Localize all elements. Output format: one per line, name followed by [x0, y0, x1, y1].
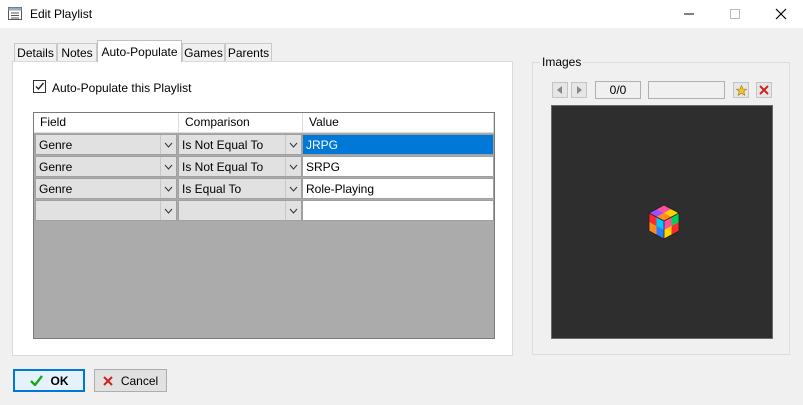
- chevron-down-icon[interactable]: [285, 135, 301, 154]
- image-name-field: [648, 81, 725, 99]
- minimize-button[interactable]: [666, 0, 712, 28]
- placeholder-cube-icon: [648, 204, 680, 240]
- chevron-down-icon[interactable]: [160, 201, 176, 220]
- checkmark-icon: [35, 82, 45, 91]
- remove-image-button[interactable]: [756, 82, 772, 98]
- value-text: Role-Playing: [306, 182, 375, 196]
- window-title: Edit Playlist: [30, 7, 93, 21]
- chevron-down-icon[interactable]: [160, 157, 176, 176]
- tab-details[interactable]: Details: [14, 43, 57, 61]
- value-cell[interactable]: [302, 200, 494, 221]
- field-value: Genre: [39, 138, 73, 152]
- column-header-value[interactable]: Value: [303, 113, 494, 133]
- checkmark-icon: [29, 375, 43, 386]
- cancel-label: Cancel: [120, 373, 159, 388]
- comparison-value: Is Not Equal To: [182, 138, 264, 152]
- tab-games[interactable]: Games: [182, 43, 225, 61]
- auto-populate-label[interactable]: Auto-Populate this Playlist: [52, 81, 191, 95]
- comparison-value: Is Not Equal To: [182, 160, 264, 174]
- value-text: JRPG: [306, 138, 339, 152]
- tab-auto-populate[interactable]: Auto-Populate: [97, 40, 182, 62]
- tab-parents[interactable]: Parents: [225, 43, 272, 61]
- ok-button[interactable]: OK: [13, 369, 85, 392]
- value-cell[interactable]: Role-Playing: [302, 178, 494, 199]
- comparison-combo[interactable]: [178, 200, 302, 221]
- star-add-icon: [735, 84, 747, 96]
- images-label: Images: [540, 55, 584, 69]
- auto-populate-checkbox[interactable]: [33, 80, 46, 93]
- auto-populate-grid[interactable]: Field Comparison Value Genre Is Not Equa…: [33, 112, 495, 339]
- cancel-button[interactable]: Cancel: [94, 369, 167, 392]
- close-icon: [775, 8, 787, 20]
- chevron-down-icon[interactable]: [160, 135, 176, 154]
- next-image-button[interactable]: [571, 82, 587, 98]
- comparison-combo[interactable]: Is Not Equal To: [178, 156, 302, 177]
- column-header-comparison[interactable]: Comparison: [179, 113, 303, 133]
- image-counter: 0/0: [595, 81, 641, 99]
- chevron-down-icon[interactable]: [160, 179, 176, 198]
- ok-label: OK: [50, 373, 69, 388]
- chevron-down-icon[interactable]: [285, 179, 301, 198]
- add-image-button[interactable]: [733, 82, 749, 98]
- field-combo[interactable]: [35, 200, 177, 221]
- image-preview[interactable]: [551, 105, 773, 339]
- delete-icon: [759, 85, 769, 95]
- arrow-left-icon: [557, 86, 562, 94]
- chevron-down-icon[interactable]: [285, 201, 301, 220]
- field-combo[interactable]: Genre: [35, 156, 177, 177]
- minimize-icon: [684, 13, 694, 15]
- value-text: SRPG: [306, 160, 341, 174]
- comparison-combo[interactable]: Is Equal To: [178, 178, 302, 199]
- window-icon: [8, 7, 22, 20]
- arrow-right-icon: [577, 86, 582, 94]
- tab-notes[interactable]: Notes: [57, 43, 97, 61]
- comparison-combo[interactable]: Is Not Equal To: [178, 134, 302, 155]
- value-cell[interactable]: SRPG: [302, 156, 494, 177]
- field-combo[interactable]: Genre: [35, 178, 177, 199]
- maximize-button[interactable]: [712, 0, 758, 28]
- previous-image-button[interactable]: [552, 82, 568, 98]
- field-combo[interactable]: Genre: [35, 134, 177, 155]
- value-cell[interactable]: JRPG: [302, 134, 494, 155]
- field-value: Genre: [39, 182, 73, 196]
- close-button[interactable]: [758, 0, 803, 28]
- chevron-down-icon[interactable]: [285, 157, 301, 176]
- maximize-icon: [730, 9, 740, 19]
- field-value: Genre: [39, 160, 73, 174]
- cancel-icon: [103, 375, 113, 386]
- column-header-field[interactable]: Field: [34, 113, 179, 133]
- comparison-value: Is Equal To: [182, 182, 242, 196]
